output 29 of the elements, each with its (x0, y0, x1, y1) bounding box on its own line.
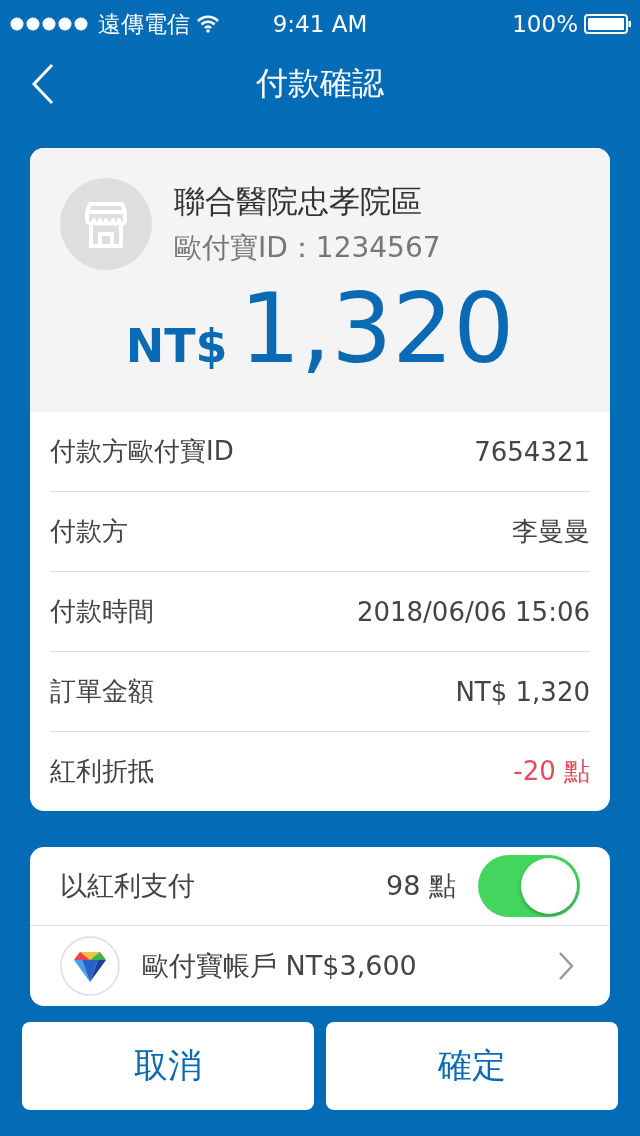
detail-value: 2018/06/06 15:06 (356, 596, 590, 627)
page-title: 付款確認 (256, 63, 384, 104)
detail-label: 紅利折抵 (50, 755, 154, 788)
bonus-points: 98 點 (386, 869, 456, 903)
detail-value: 李曼曼 (512, 515, 590, 548)
account-balance[interactable]: 歐付寶帳戶 NT$3,600 (142, 948, 536, 984)
cancel-button[interactable]: 取消 (22, 1022, 314, 1110)
back-icon[interactable] (30, 62, 56, 106)
detail-value: -20 點 (513, 755, 590, 788)
status-time: 9:41 AM (272, 11, 368, 37)
store-icon (60, 178, 152, 270)
detail-label: 訂單金額 (50, 675, 154, 708)
carrier: 遠傳電信 (98, 9, 190, 39)
merchant-id: 歐付寶ID：1234567 (174, 230, 441, 266)
detail-label: 付款方 (50, 515, 128, 548)
wifi-icon (196, 15, 220, 33)
payment-amount: 1,320 (239, 274, 515, 384)
battery-icon (584, 14, 632, 34)
bonus-label: 以紅利支付 (60, 869, 196, 903)
currency-label: NT$ (125, 319, 228, 373)
detail-value: NT$ 1,320 (455, 676, 590, 707)
detail-value: 7654321 (474, 436, 590, 467)
confirm-button[interactable]: 確定 (326, 1022, 618, 1110)
battery-percent: 100% (512, 11, 578, 37)
chevron-right-icon[interactable] (558, 951, 574, 981)
detail-label: 付款方歐付寶ID (50, 435, 234, 468)
bonus-toggle[interactable] (478, 855, 580, 917)
merchant-name: 聯合醫院忠孝院區 (174, 182, 423, 221)
detail-label: 付款時間 (50, 595, 154, 628)
